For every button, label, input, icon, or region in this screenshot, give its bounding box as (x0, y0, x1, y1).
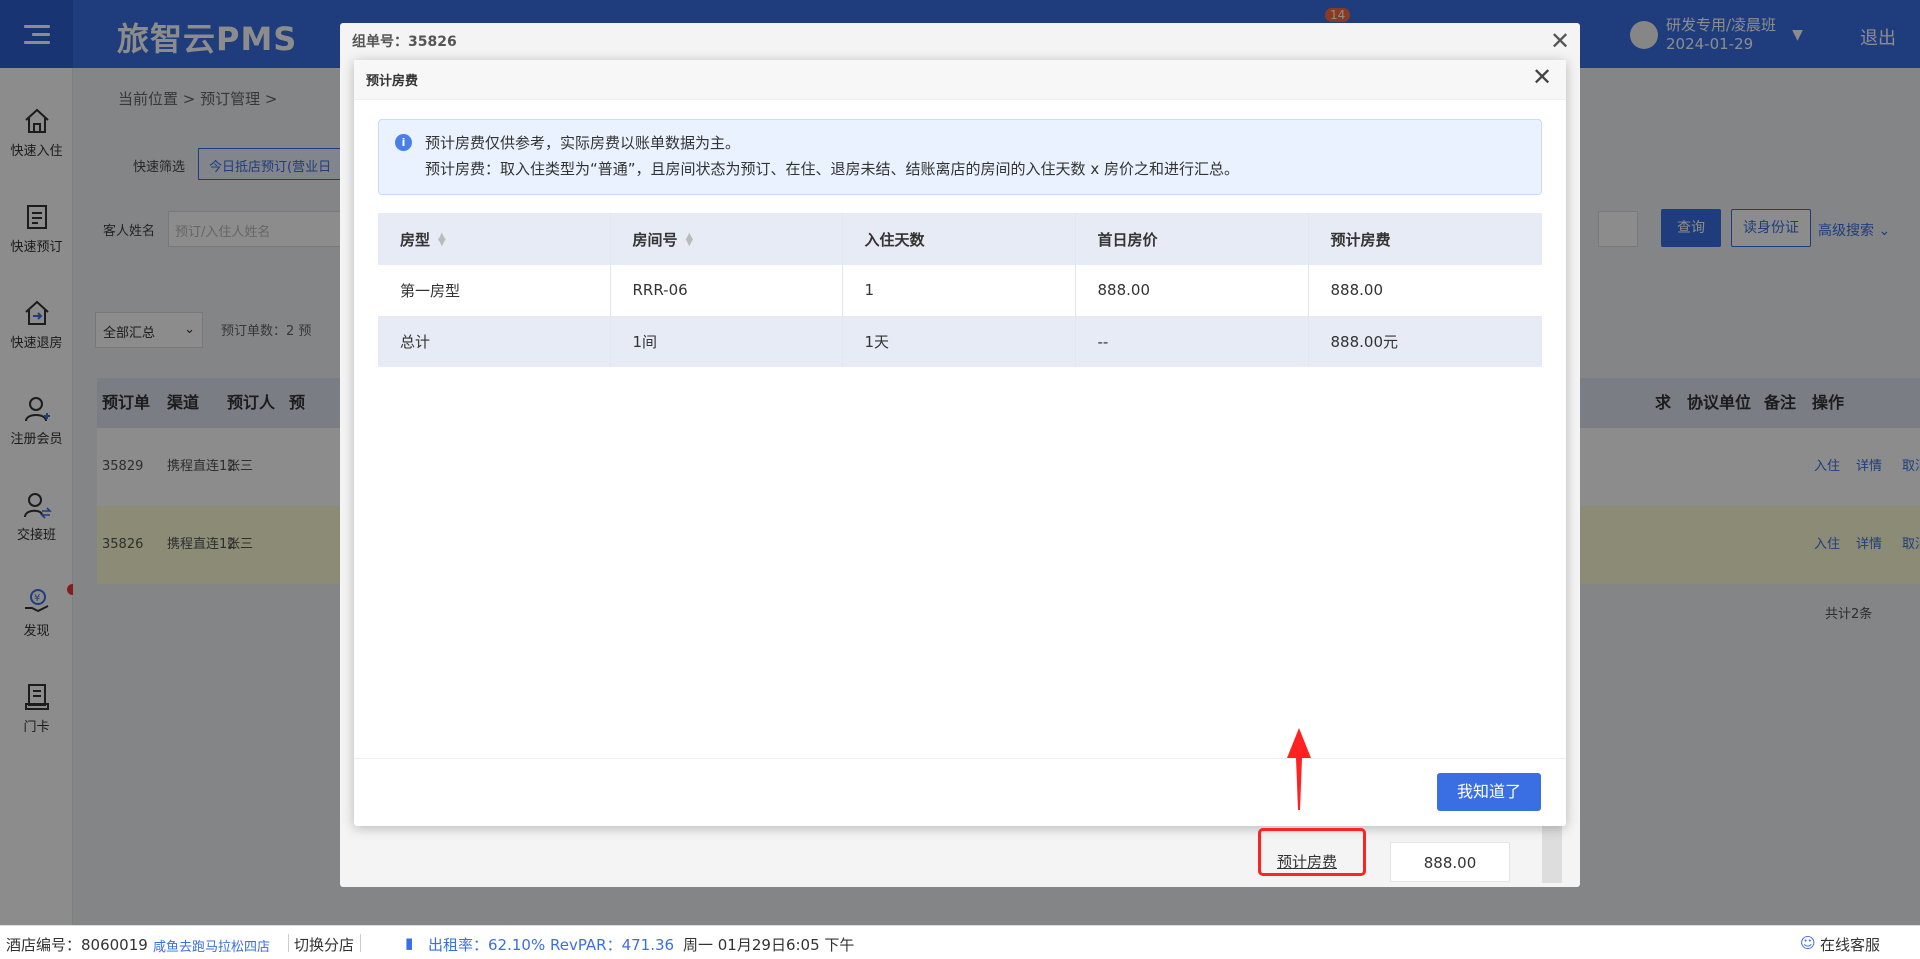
table-row: 第一房型 RRR-06 1 888.00 888.00 (378, 265, 1542, 316)
column-header-room-type[interactable]: 房型 ▲ ▼ (378, 213, 611, 265)
support-icon: ☺ (1800, 934, 1816, 952)
acknowledge-button[interactable]: 我知道了 (1437, 773, 1541, 811)
total-nights: 1天 (842, 316, 1076, 367)
info-notice: i 预计房费仅供参考，实际房费以账单数据为主。 预计房费：取入住类型为“普通”，… (378, 119, 1542, 195)
column-header-label: 房型 (400, 230, 431, 249)
modal-title: 预计房费 (366, 74, 419, 89)
close-icon[interactable]: ✕ (1550, 29, 1570, 53)
scrollbar[interactable] (1542, 823, 1562, 883)
bar-chart-icon: ▮ (405, 934, 414, 952)
column-header-label: 房间号 (632, 230, 678, 249)
nights-cell: 1 (842, 265, 1076, 316)
column-header-nights: 入住天数 (842, 213, 1076, 265)
status-bar: 酒店编号：8060019 咸鱼去跑马拉松四店 切换分店 ▮ 出租率：62.10%… (0, 925, 1920, 959)
switch-branch-button[interactable]: 切换分店 (294, 934, 354, 955)
estimated-fee-cell: 888.00 (1330, 281, 1384, 300)
notice-line-2: 预计房费：取入住类型为“普通”，且房间状态为预订、在住、退房未结、结账离店的房间… (425, 160, 1239, 178)
datetime: 周一 01月29日6:05 下午 (683, 936, 855, 954)
fee-table: 房型 ▲ ▼ 房间号 ▲ ▼ 入住天数 首日房价 预计房费 第一房型 RRR-06 1 … (378, 213, 1542, 367)
notice-line-1: 预计房费仅供参考，实际房费以账单数据为主。 (425, 134, 741, 152)
column-header-estimated-fee: 预计房费 (1330, 230, 1391, 249)
close-icon[interactable]: ✕ (1532, 65, 1552, 89)
footer-divider (354, 758, 1566, 759)
total-rate: -- (1075, 316, 1309, 367)
sort-icon[interactable]: ▲ ▼ (438, 232, 446, 248)
sort-icon[interactable]: ▲ ▼ (686, 232, 694, 248)
hotel-number: 酒店编号：8060019 (6, 936, 148, 954)
total-label: 总计 (378, 316, 611, 367)
column-header-room-no[interactable]: 房间号 ▲ ▼ (610, 213, 843, 265)
annotation-highlight-box (1258, 828, 1366, 876)
online-support-link[interactable]: 在线客服 (1820, 934, 1880, 955)
info-icon: i (395, 134, 412, 151)
occupancy-stats: 出租率：62.10% RevPAR：471.36 (428, 936, 675, 954)
first-day-rate-cell: 888.00 (1075, 265, 1309, 316)
estimated-fee-modal: 预计房费 ✕ i 预计房费仅供参考，实际房费以账单数据为主。 预计房费：取入住类… (354, 60, 1566, 826)
divider (288, 934, 289, 952)
column-header-first-day-rate: 首日房价 (1075, 213, 1309, 265)
hotel-name[interactable]: 咸鱼去跑马拉松四店 (153, 936, 270, 955)
annotation-arrow-icon (1287, 728, 1311, 810)
total-rooms: 1间 (610, 316, 843, 367)
total-row: 总计 1间 1天 -- 888.00元 (378, 316, 1542, 367)
total-fee: 888.00元 (1330, 333, 1399, 352)
group-order-title: 组单号：35826 (352, 34, 457, 50)
estimated-fee-value: 888.00 (1390, 842, 1510, 882)
room-type-cell: 第一房型 (378, 265, 611, 316)
table-header-row: 房型 ▲ ▼ 房间号 ▲ ▼ 入住天数 首日房价 预计房费 (378, 213, 1542, 265)
modal-header: 预计房费 ✕ (354, 60, 1566, 100)
room-no-cell: RRR-06 (610, 265, 843, 316)
divider (360, 934, 361, 952)
